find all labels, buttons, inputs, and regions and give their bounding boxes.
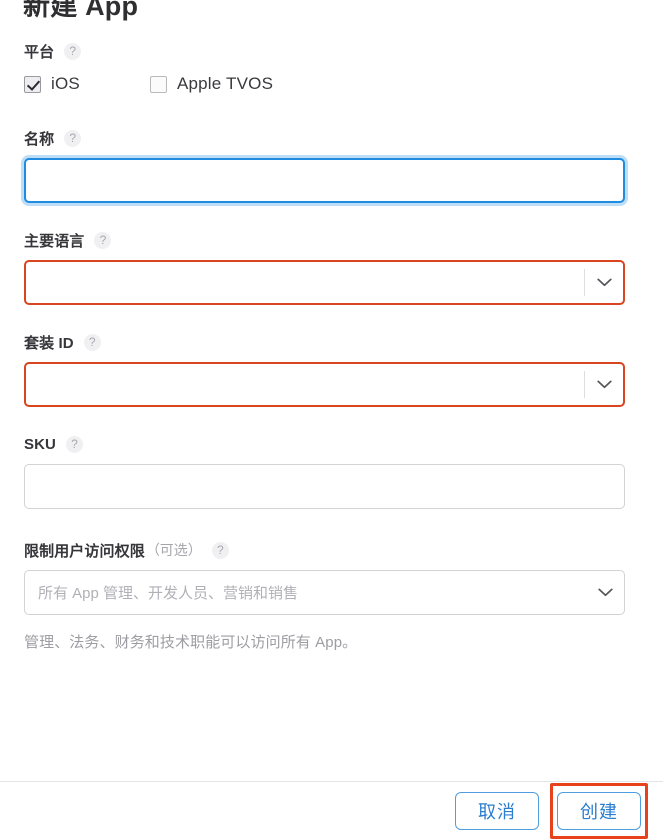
help-icon[interactable]: ? [64,42,82,60]
new-app-dialog: 新建 App 平台 ? iOS Apple TVOS 名称 ? 主要语言 ? 套… [0,0,663,839]
platform-option-label: iOS [51,74,80,93]
cancel-button-wrap: 取消 [455,791,539,830]
platform-option-ios[interactable]: iOS [24,74,80,94]
name-label-row: 名称 ? [24,127,639,149]
help-icon[interactable]: ? [211,541,229,559]
platform-checkbox-row: iOS Apple TVOS [24,71,639,97]
page-title: 新建 App [23,0,139,21]
help-icon[interactable]: ? [83,333,101,351]
field-sku: SKU ? [0,433,663,509]
new-app-form: 平台 ? iOS Apple TVOS 名称 ? 主要语言 ? 套装 ID ? … [0,40,663,652]
field-primary-language: 主要语言 ? [0,229,663,305]
user-access-label: 限制用户访问权限 [24,542,145,560]
user-access-placeholder: 所有 App 管理、开发人员、营销和销售 [38,585,299,602]
chevron-down-icon[interactable] [586,588,624,597]
platform-label-row: 平台 ? [24,40,639,62]
platform-option-label: Apple TVOS [176,74,274,93]
field-bundle-id: 套装 ID ? [0,331,663,407]
platform-option-appletvos[interactable]: Apple TVOS [149,74,274,94]
help-icon[interactable]: ? [94,231,112,249]
user-access-optional-label: （可选） [145,542,202,558]
help-icon[interactable]: ? [65,435,83,453]
field-name: 名称 ? [0,127,663,203]
checkbox-icon-checked[interactable] [24,75,41,93]
user-access-select[interactable]: 所有 App 管理、开发人员、营销和销售 [24,570,625,615]
primary-language-label: 主要语言 [24,232,85,250]
bundle-id-select[interactable] [24,362,625,407]
bundle-id-label: 套装 ID [24,334,74,352]
field-user-access: 限制用户访问权限 （可选） ? 所有 App 管理、开发人员、营销和销售 [0,539,663,615]
user-access-helper-text: 管理、法务、财务和技术职能可以访问所有 App。 [24,634,358,651]
bundle-id-label-row: 套装 ID ? [24,331,639,353]
field-platform: 平台 ? iOS Apple TVOS [0,40,663,97]
sku-label-row: SKU ? [24,433,639,455]
create-button[interactable]: 创建 [557,791,641,830]
help-icon[interactable]: ? [64,129,82,147]
user-access-label-row: 限制用户访问权限 （可选） ? [24,539,639,561]
primary-language-label-row: 主要语言 ? [24,229,639,251]
sku-input[interactable] [24,464,625,509]
sku-label: SKU [24,435,56,453]
chevron-down-icon[interactable] [585,278,623,287]
create-button-wrap: 创建 [550,782,648,839]
primary-language-select[interactable] [24,260,625,305]
checkbox-icon-unchecked[interactable] [149,75,167,93]
name-input[interactable] [24,158,625,203]
name-label: 名称 [24,130,55,148]
platform-label: 平台 [24,43,55,61]
chevron-down-icon[interactable] [585,380,623,389]
cancel-button[interactable]: 取消 [455,791,539,830]
dialog-footer: 取消 创建 [0,782,663,839]
